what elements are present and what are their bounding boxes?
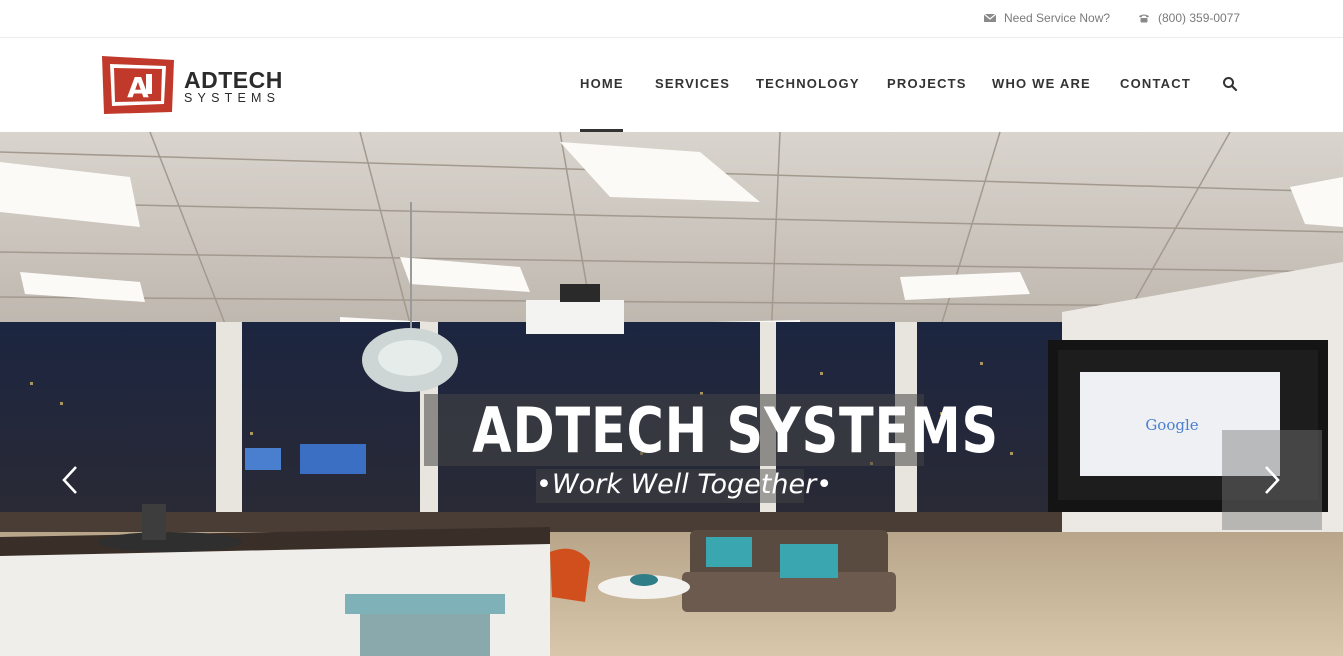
tv-screen-text: Google [1145, 416, 1198, 434]
nav-services[interactable]: SERVICES [655, 76, 730, 91]
nav-home[interactable]: HOME [580, 76, 624, 91]
brand-logo[interactable]: A ADTECH SYSTEMS [100, 54, 310, 116]
slider-prev-button[interactable] [20, 430, 120, 530]
nav-contact[interactable]: CONTACT [1120, 76, 1191, 91]
phone-label: (800) 359-0077 [1158, 11, 1241, 25]
search-icon[interactable] [1222, 76, 1238, 92]
brand-name: ADTECH [184, 67, 283, 93]
hero-title: ADTECH SYSTEMS [472, 394, 999, 467]
nav-technology[interactable]: TECHNOLOGY [756, 76, 860, 91]
phone-link[interactable]: (800) 359-0077 [1138, 11, 1240, 25]
logo-mark-icon: A [102, 56, 174, 114]
nav-who-we-are[interactable]: WHO WE ARE [992, 76, 1091, 91]
envelope-icon [984, 13, 996, 22]
nav-projects[interactable]: PROJECTS [887, 76, 967, 91]
site-header: A ADTECH SYSTEMS HOME SERVICES TECHNOLOG… [0, 38, 1343, 132]
chevron-right-icon [1265, 466, 1280, 494]
service-link[interactable]: Need Service Now? [984, 11, 1110, 25]
chevron-left-icon [62, 466, 77, 494]
top-utility-bar: Need Service Now? (800) 359-0077 [0, 0, 1343, 38]
slider-next-button[interactable] [1222, 430, 1322, 530]
service-label: Need Service Now? [1004, 11, 1111, 25]
hero-slider: Google ADTECH SYSTEMS •Work Well Togethe… [0, 132, 1343, 656]
brand-subname: SYSTEMS [184, 91, 281, 105]
hero-subtitle: •Work Well Together• [536, 469, 833, 500]
svg-text:A: A [127, 71, 149, 104]
phone-icon [1139, 14, 1149, 23]
